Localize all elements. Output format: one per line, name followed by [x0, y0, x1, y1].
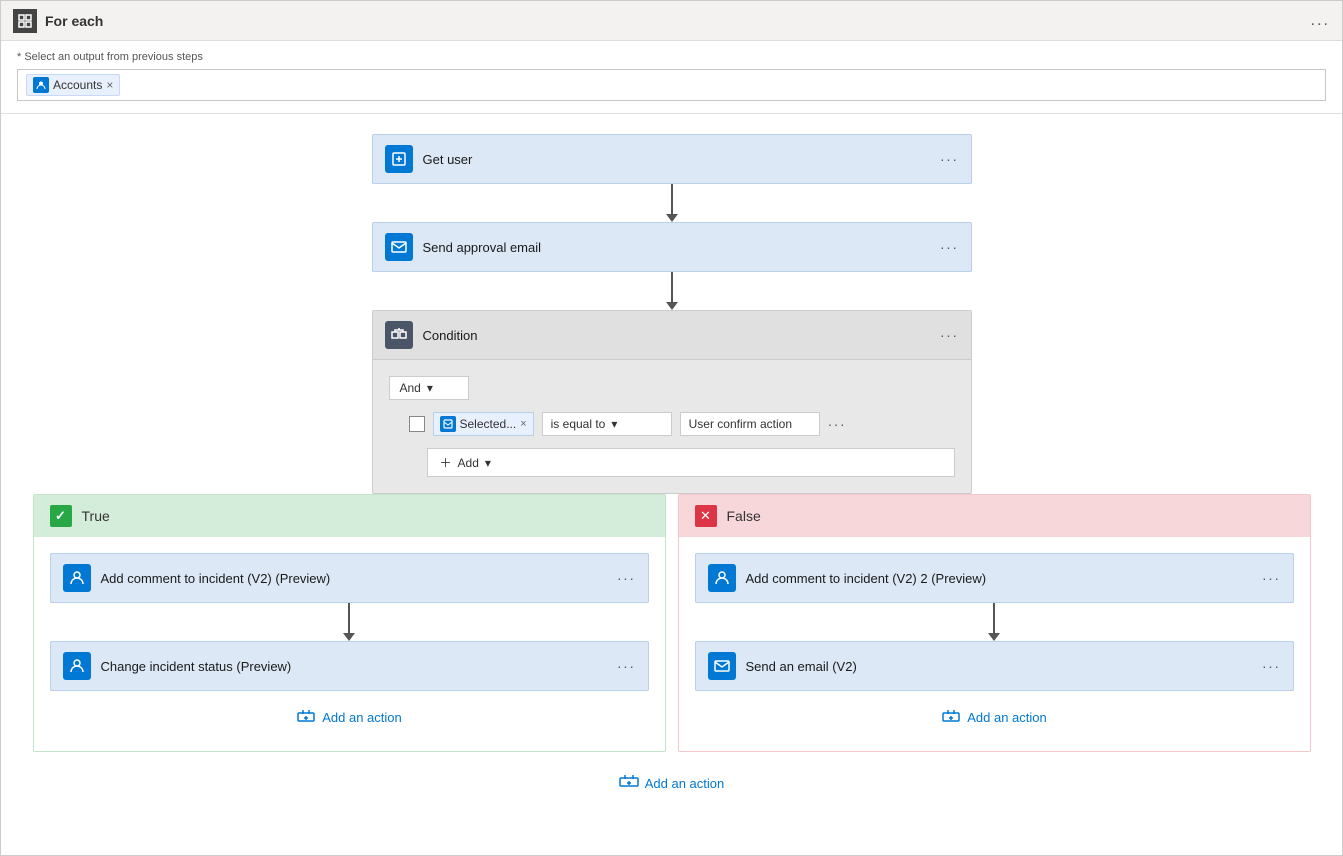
selected-tag: Selected... × — [433, 412, 534, 436]
false-step-2-icon — [708, 652, 736, 680]
and-dropdown[interactable]: And ▾ — [389, 376, 469, 400]
operator-dropdown[interactable]: is equal to ▾ — [542, 412, 672, 436]
condition-row-more[interactable]: ··· — [828, 416, 847, 432]
branches-container: ✓ True Add comment to in — [27, 494, 1317, 752]
flow-area: Get user ··· Send approval email ··· — [1, 114, 1342, 855]
false-step-2[interactable]: Send an email (V2) ··· — [695, 641, 1294, 691]
condition-more[interactable]: ··· — [940, 327, 959, 343]
true-branch: ✓ True Add comment to in — [33, 494, 666, 752]
true-step-1-title: Add comment to incident (V2) (Preview) — [101, 571, 618, 586]
true-label: True — [82, 508, 110, 524]
arrow-1 — [666, 184, 678, 222]
true-step-2[interactable]: Change incident status (Preview) ··· — [50, 641, 649, 691]
accounts-tag: Accounts × — [26, 74, 120, 96]
foreach-label: * Select an output from previous steps — [17, 51, 1326, 63]
true-arrow — [343, 603, 355, 641]
get-user-icon — [385, 145, 413, 173]
condition-header: Condition ··· — [373, 311, 971, 360]
false-branch-body: Add comment to incident (V2) 2 (Preview)… — [679, 537, 1310, 751]
condition-add-button[interactable]: ＋ Add ▾ — [427, 448, 955, 477]
false-branch: ✕ False Add comment to i — [678, 494, 1311, 752]
false-step-2-title: Send an email (V2) — [746, 659, 1263, 674]
true-icon: ✓ — [50, 505, 72, 527]
selected-tag-icon — [440, 416, 456, 432]
true-step-1-more[interactable]: ··· — [617, 570, 636, 586]
false-add-action-icon — [941, 707, 961, 727]
false-label: False — [727, 508, 761, 524]
selected-tag-close[interactable]: × — [520, 418, 526, 430]
true-step-1-icon — [63, 564, 91, 592]
false-step-1-icon — [708, 564, 736, 592]
foreach-input[interactable]: Accounts × — [17, 69, 1326, 101]
accounts-tag-icon — [33, 77, 49, 93]
bottom-add-action-button[interactable]: Add an action — [619, 752, 725, 815]
condition-block: Condition ··· And ▾ — [372, 310, 972, 494]
arrow-2 — [666, 272, 678, 310]
true-step-1[interactable]: Add comment to incident (V2) (Preview) ·… — [50, 553, 649, 603]
false-step-1-more[interactable]: ··· — [1262, 570, 1281, 586]
true-add-action-button[interactable]: Add an action — [296, 699, 402, 735]
accounts-tag-close[interactable]: × — [106, 79, 113, 91]
condition-value: User confirm action — [680, 412, 820, 436]
false-add-action-button[interactable]: Add an action — [941, 699, 1047, 735]
condition-icon — [385, 321, 413, 349]
true-branch-body: Add comment to incident (V2) (Preview) ·… — [34, 537, 665, 751]
topbar-more-button[interactable]: ... — [1311, 12, 1330, 30]
true-step-2-icon — [63, 652, 91, 680]
foreach-icon — [13, 9, 37, 33]
false-step-1[interactable]: Add comment to incident (V2) 2 (Preview)… — [695, 553, 1294, 603]
send-approval-step[interactable]: Send approval email ··· — [372, 222, 972, 272]
get-user-step[interactable]: Get user ··· — [372, 134, 972, 184]
condition-title: Condition — [423, 328, 941, 343]
condition-row: Selected... × is equal to ▾ User confirm… — [409, 412, 955, 436]
false-step-1-title: Add comment to incident (V2) 2 (Preview) — [746, 571, 1263, 586]
false-step-2-more[interactable]: ··· — [1262, 658, 1281, 674]
condition-body: And ▾ Selected... — [373, 360, 971, 493]
true-step-2-title: Change incident status (Preview) — [101, 659, 618, 674]
true-branch-header: ✓ True — [34, 495, 665, 537]
send-approval-title: Send approval email — [423, 240, 941, 255]
send-approval-icon — [385, 233, 413, 261]
bottom-add-action-icon — [619, 772, 639, 795]
true-add-action-icon — [296, 707, 316, 727]
get-user-title: Get user — [423, 152, 941, 167]
false-arrow — [988, 603, 1000, 641]
send-approval-more[interactable]: ··· — [940, 239, 959, 255]
condition-checkbox[interactable] — [409, 416, 425, 432]
false-icon: ✕ — [695, 505, 717, 527]
true-step-2-more[interactable]: ··· — [617, 658, 636, 674]
false-branch-header: ✕ False — [679, 495, 1310, 537]
get-user-more[interactable]: ··· — [940, 151, 959, 167]
topbar-title: For each — [45, 13, 103, 29]
accounts-tag-label: Accounts — [53, 78, 102, 92]
